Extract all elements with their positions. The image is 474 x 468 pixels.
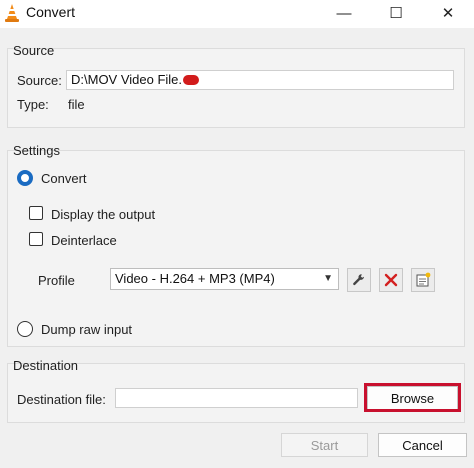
deinterlace-label[interactable]: Deinterlace [51,233,117,248]
convert-radio[interactable] [17,170,33,186]
vlc-cone-icon [5,4,19,22]
maximize-button[interactable]: ☐ [374,0,418,26]
redaction-mark [183,75,200,85]
type-value: file [68,97,85,112]
start-button[interactable]: Start [281,433,368,457]
dump-raw-label[interactable]: Dump raw input [41,322,132,337]
cancel-button[interactable]: Cancel [378,433,467,457]
close-button[interactable]: ✕ [426,0,470,26]
source-path-field[interactable]: D:\MOV Video File. [66,70,454,90]
destination-file-label: Destination file: [17,392,106,407]
display-output-checkbox[interactable] [29,206,43,220]
destination-file-input[interactable] [115,388,358,408]
minimize-button[interactable]: — [322,0,366,26]
settings-group-title: Settings [13,143,60,158]
wrench-icon [353,274,365,286]
dump-raw-radio[interactable] [17,321,33,337]
profile-label: Profile [38,273,75,288]
source-label: Source: [17,73,62,88]
deinterlace-checkbox[interactable] [29,232,43,246]
delete-icon [384,273,398,287]
start-label: Start [310,437,339,453]
delete-profile-button[interactable] [379,268,403,292]
title-bar: Convert — ☐ ✕ [0,0,474,28]
close-icon: ✕ [441,5,455,22]
destination-group-title: Destination [13,358,79,373]
new-profile-button[interactable] [411,268,435,292]
convert-label[interactable]: Convert [41,171,87,186]
source-path-value: D:\MOV Video File. [71,72,183,87]
type-label: Type: [17,97,49,112]
convert-dialog: Convert — ☐ ✕ Source Source: D:\MOV Vide… [0,0,474,468]
maximize-icon: ☐ [389,5,403,22]
minimize-icon: — [336,4,352,22]
profile-select[interactable]: Video - H.264 + MP3 (MP4) ▼ [110,268,339,290]
browse-highlight [364,383,461,412]
profile-value: Video - H.264 + MP3 (MP4) [115,271,275,286]
window-title: Convert [26,4,76,20]
display-output-label[interactable]: Display the output [51,207,155,222]
source-group-title: Source [13,43,55,58]
chevron-down-icon: ▼ [323,273,333,284]
edit-profile-button[interactable] [347,268,371,292]
cancel-label: Cancel [402,437,443,453]
new-profile-icon [416,272,431,287]
